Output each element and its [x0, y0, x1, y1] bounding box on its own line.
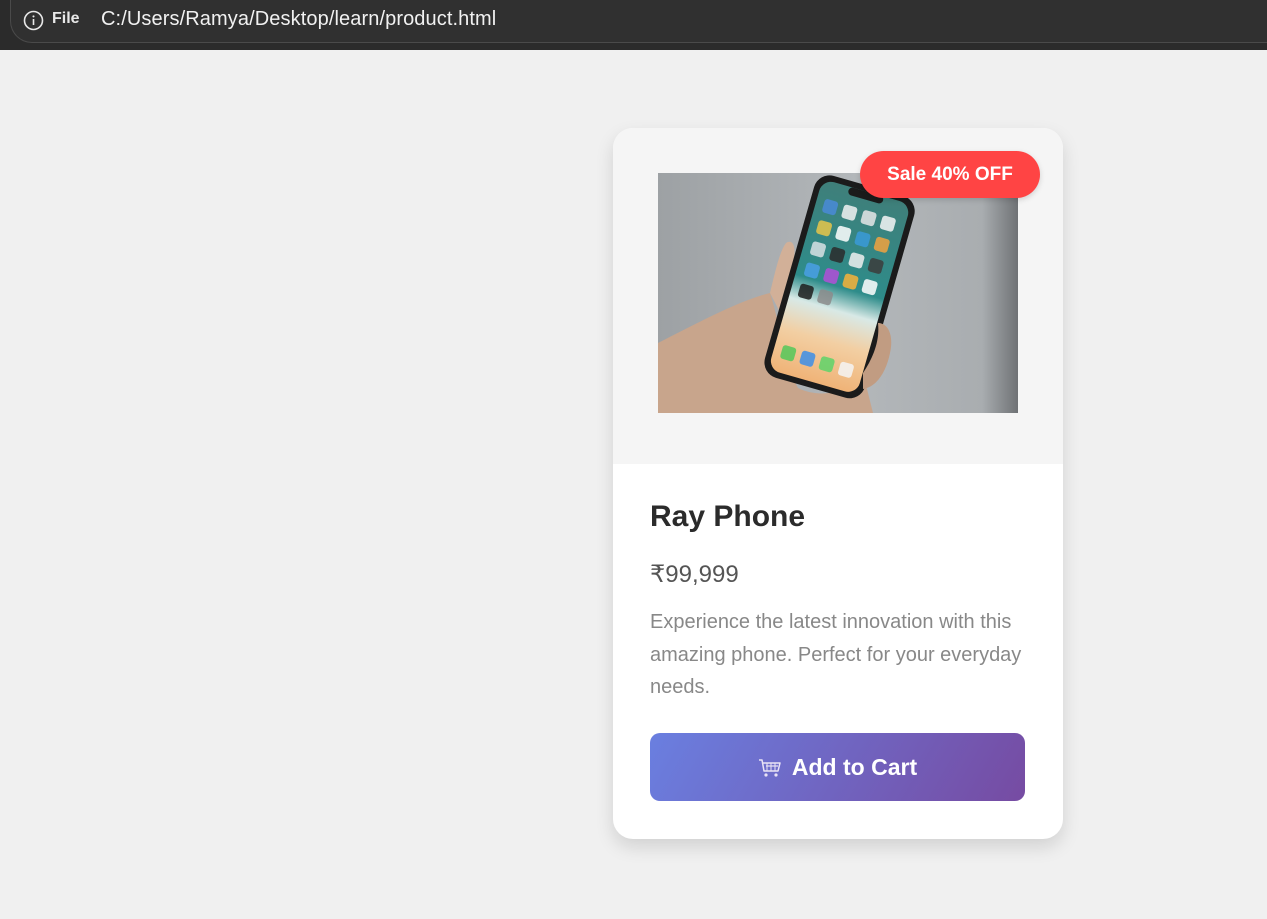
add-to-cart-button[interactable]: Add to Cart [650, 733, 1025, 801]
file-scheme-label[interactable]: File [52, 10, 80, 28]
product-card: Sale 40% OFF Ray Phone ₹99,999 Experienc… [613, 128, 1063, 839]
info-icon[interactable] [23, 10, 44, 31]
product-image-area: Sale 40% OFF [613, 128, 1063, 464]
url-text[interactable]: C:/Users/Ramya/Desktop/learn/product.htm… [101, 8, 496, 31]
browser-toolbar: File C:/Users/Ramya/Desktop/learn/produc… [0, 0, 1267, 50]
sale-badge: Sale 40% OFF [860, 151, 1040, 198]
add-to-cart-label: Add to Cart [791, 753, 918, 780]
product-title: Ray Phone [650, 500, 806, 533]
product-image [658, 173, 1018, 413]
product-description: Experience the latest innovation with th… [650, 611, 1022, 698]
product-price: ₹99,999 [650, 561, 739, 588]
shopping-cart-icon [758, 757, 782, 777]
address-bar[interactable]: File C:/Users/Ramya/Desktop/learn/produc… [10, 0, 1267, 43]
